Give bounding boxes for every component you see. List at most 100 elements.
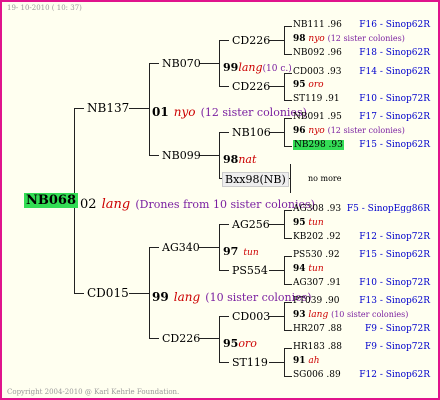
queen-race: ah xyxy=(308,356,320,366)
queen-race: nyo xyxy=(308,126,325,136)
gen3-colony-name[interactable]: NB106 xyxy=(232,126,271,139)
connector xyxy=(149,247,159,248)
gen1-colony-name[interactable]: NB137 xyxy=(87,101,129,115)
gen4-value: .88 xyxy=(327,324,343,334)
connector xyxy=(219,40,229,41)
gen4-link[interactable]: F16 - Sinop62R xyxy=(359,20,430,30)
queen-number: 95 xyxy=(223,337,239,350)
gen4-value: .91 xyxy=(325,94,340,104)
gen4-link[interactable]: F10 - Sinop72R xyxy=(359,278,430,288)
queen-note: (12 sister colonies) xyxy=(327,34,405,43)
gen3-colony-name[interactable]: PS554 xyxy=(232,264,268,277)
queen-number: 98 xyxy=(223,153,239,166)
connector xyxy=(284,256,292,257)
queen-race: tun xyxy=(308,218,324,228)
gen4-entry[interactable]: PT039 .90 xyxy=(293,296,339,306)
gen4-entry[interactable]: HR207 .88 xyxy=(293,324,342,334)
gen4-entry[interactable]: HR183 .88 xyxy=(293,342,342,352)
connector xyxy=(284,238,292,239)
gen4-entry[interactable]: PS530 .92 xyxy=(293,250,340,260)
gen4-value: .92 xyxy=(325,250,340,260)
no-more-note: no more xyxy=(308,174,342,183)
gen3-colony-name[interactable]: CD226 xyxy=(232,80,270,93)
gen2-colony-name[interactable]: AG340 xyxy=(162,241,200,254)
gen4-entry[interactable]: NB111 .96 xyxy=(293,20,342,30)
queen-race: nyo xyxy=(308,34,325,44)
gen4-entry[interactable]: ST119 .91 xyxy=(293,94,340,104)
gen2-queen-info: 95oro xyxy=(223,332,257,351)
gen4-entry[interactable]: SG006 .89 xyxy=(293,370,341,380)
connector xyxy=(269,132,284,133)
gen4-entry[interactable]: NB298 .93 xyxy=(293,140,344,150)
queen-number: 02 xyxy=(80,197,97,212)
gen2-queen-info: 97 tun xyxy=(223,240,259,259)
connector xyxy=(284,54,292,55)
gen4-link[interactable]: F12 - Sinop62R xyxy=(359,370,430,380)
gen4-link[interactable]: F14 - Sinop62R xyxy=(359,67,430,77)
gen4-link[interactable]: F18 - Sinop62R xyxy=(359,48,430,58)
gen4-entry[interactable]: KB202 .92 xyxy=(293,232,341,242)
queen-note: (Drones from 10 sister colonies) xyxy=(135,198,315,211)
gen4-entry[interactable]: CD003 .93 xyxy=(293,67,341,77)
gen4-link[interactable]: F15 - Sinop62R xyxy=(359,140,430,150)
connector xyxy=(269,40,284,41)
gen1-queen-info: 01 nyo (12 sister colonies) xyxy=(152,101,307,120)
gen4-link[interactable]: F10 - Sinop72R xyxy=(359,94,430,104)
gen4-link[interactable]: F17 - Sinop62R xyxy=(359,112,430,122)
queen-note: (10 sister colonies) xyxy=(331,310,409,319)
gen4-value: .93 xyxy=(327,67,342,77)
connector xyxy=(284,284,292,285)
gen4-link[interactable]: F13 - Sinop62R xyxy=(359,296,430,306)
gen2-colony-name[interactable]: CD226 xyxy=(162,332,200,345)
gen3-colony-name[interactable]: AG256 xyxy=(232,218,270,231)
connector xyxy=(129,108,149,109)
connector xyxy=(269,224,284,225)
queen-number: 98 xyxy=(293,34,306,44)
timestamp: 19- 10-2010 ( 10: 37) xyxy=(7,4,82,12)
queen-race: nyo xyxy=(173,105,196,119)
connector xyxy=(219,40,220,87)
connector xyxy=(284,348,292,349)
connector xyxy=(284,146,292,147)
gen4-value: .93 xyxy=(326,204,342,214)
queen-race: lang xyxy=(173,290,201,304)
queen-race: oro xyxy=(238,337,257,350)
pedigree-frame: 19- 10-2010 ( 10: 37) Copyright 2004-201… xyxy=(0,0,440,400)
connector xyxy=(284,73,285,101)
gen3-colony-name[interactable]: ST119 xyxy=(232,356,268,369)
connector xyxy=(149,63,159,64)
connector xyxy=(269,270,284,271)
gen3-colony-name[interactable]: Bxx98(NB) xyxy=(222,172,289,187)
connector xyxy=(199,247,219,248)
connector xyxy=(149,155,159,156)
gen4-link[interactable]: F9 - Sinop72R xyxy=(365,342,430,352)
gen4-name: NB092 xyxy=(293,48,325,58)
gen4-name: NB298 xyxy=(294,140,326,150)
gen1-colony-name[interactable]: CD015 xyxy=(87,286,129,300)
queen-race: nat xyxy=(238,153,257,166)
gen4-link[interactable]: F5 - SinopEgg86R xyxy=(347,204,430,214)
gen1-queen-info: 99 lang (10 sister colonies) xyxy=(152,286,312,305)
queen-race: lang xyxy=(238,61,263,74)
gen3-colony-name[interactable]: CD003 xyxy=(232,310,270,323)
connector xyxy=(199,155,219,156)
connector xyxy=(219,316,229,317)
gen4-entry[interactable]: NB091 .95 xyxy=(293,112,342,122)
root-colony-name[interactable]: NB068 xyxy=(24,193,79,208)
gen2-colony-name[interactable]: NB099 xyxy=(162,149,201,162)
connector xyxy=(149,338,159,339)
gen4-link[interactable]: F9 - Sinop72R xyxy=(365,324,430,334)
gen4-name: HR183 xyxy=(293,342,325,352)
gen4-entry[interactable]: AG308 .93 xyxy=(293,204,341,214)
gen4-link[interactable]: F15 - Sinop62R xyxy=(359,250,430,260)
connector xyxy=(199,63,219,64)
gen3-colony-name[interactable]: CD226 xyxy=(232,34,270,47)
connector xyxy=(74,108,84,109)
gen4-link[interactable]: F12 - Sinop72R xyxy=(359,232,430,242)
gen2-colony-name[interactable]: NB070 xyxy=(162,57,201,70)
queen-number: 97 xyxy=(223,245,239,258)
gen4-entry[interactable]: NB092 .96 xyxy=(293,48,342,58)
gen4-entry[interactable]: AG307 .91 xyxy=(293,278,341,288)
connector xyxy=(219,132,229,133)
gen4-name: KB202 xyxy=(293,232,324,242)
